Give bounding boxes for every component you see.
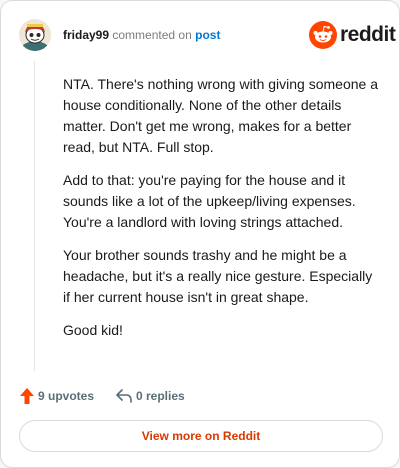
avatar[interactable] — [19, 19, 51, 51]
reply-count: 0 replies — [136, 389, 185, 403]
comment-paragraph: NTA. There's nothing wrong with giving s… — [63, 76, 378, 155]
reddit-logo[interactable]: reddit — [309, 21, 396, 49]
comment-body: NTA. There's nothing wrong with giving s… — [63, 74, 383, 353]
upvote-arrow-icon — [20, 388, 34, 404]
comment-paragraph: Add to that: you're paying for the house… — [63, 172, 356, 230]
comment-header: friday99 commented on post reddit — [19, 19, 396, 53]
byline: friday99 commented on post — [63, 27, 220, 43]
post-link[interactable]: post — [195, 28, 220, 42]
reddit-snoo-icon — [309, 21, 337, 49]
view-more-button[interactable]: View more on Reddit — [19, 420, 383, 452]
upvote-count: 9 upvotes — [38, 389, 95, 403]
username-link[interactable]: friday99 — [63, 28, 109, 42]
reply-arrow-icon — [116, 389, 132, 403]
reddit-wordmark: reddit — [340, 23, 396, 46]
comment-paragraph: Good kid! — [63, 322, 123, 338]
comment-paragraph: Your brother sounds trashy and he might … — [63, 247, 373, 305]
thread-line — [34, 61, 35, 371]
snoo-avatar-icon — [19, 19, 51, 51]
byline-action: commented on — [112, 28, 192, 42]
comment-actions: 9 upvotes 0 replies — [19, 385, 381, 407]
embedded-comment-card: friday99 commented on post reddit NTA. T… — [0, 0, 400, 468]
